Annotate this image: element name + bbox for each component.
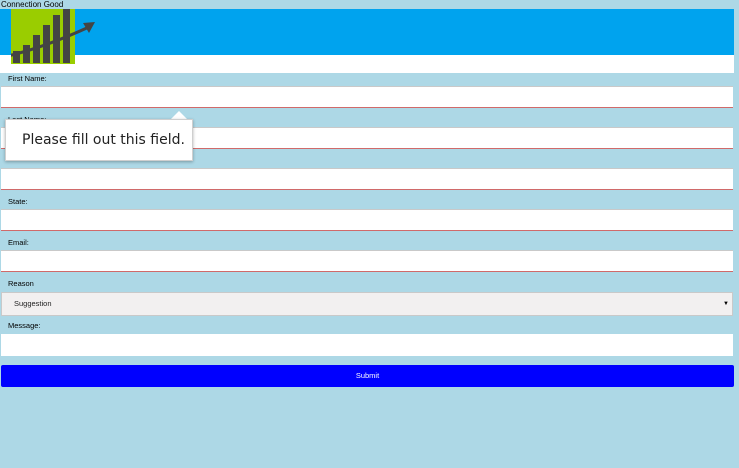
email-label: Email:	[8, 238, 29, 247]
reason-selected-value: Suggestion	[14, 299, 52, 308]
header-spacer	[0, 55, 734, 73]
message-label: Message:	[8, 321, 41, 330]
state-label: State:	[8, 197, 28, 206]
message-textarea[interactable]	[1, 334, 733, 356]
reason-label: Reason	[8, 279, 34, 288]
logo	[11, 9, 95, 64]
dropdown-arrow-icon: ▼	[723, 301, 729, 307]
first-name-label: First Name:	[8, 74, 47, 83]
city-input[interactable]	[1, 168, 733, 190]
validation-tooltip: Please fill out this field.	[5, 119, 193, 161]
bar-chart-arrow-icon	[11, 9, 95, 63]
connection-status: Connection Good	[1, 0, 64, 9]
header-banner	[0, 9, 734, 55]
submit-button[interactable]: Submit	[1, 365, 734, 387]
email-input[interactable]	[1, 250, 733, 272]
state-input[interactable]	[1, 209, 733, 231]
reason-select[interactable]: Suggestion ▼	[1, 292, 733, 316]
first-name-input[interactable]	[1, 86, 733, 108]
